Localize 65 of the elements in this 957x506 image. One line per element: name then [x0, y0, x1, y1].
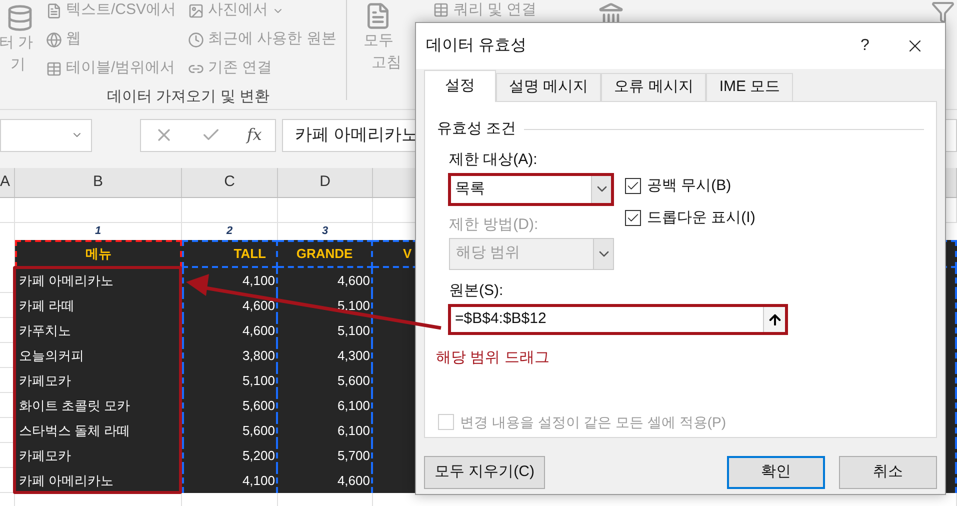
table-cell: 오늘의커피: [15, 343, 182, 368]
table-cell: 카페 아메리카노: [15, 468, 182, 493]
table-cell: 5,100: [182, 368, 278, 393]
table-cell: 5,200: [182, 443, 278, 468]
checkbox-label: 드롭다운 표시(I): [647, 208, 756, 228]
ok-button[interactable]: 확인: [727, 456, 825, 489]
clear-all-button[interactable]: 모두 지우기(C): [424, 456, 545, 489]
document-icon: [46, 2, 62, 18]
table-cell: 4,300: [278, 343, 373, 368]
table-cell: 4,600: [182, 293, 278, 318]
field-label: 제한 대상(A):: [449, 150, 538, 170]
column-header[interactable]: A: [0, 168, 15, 197]
tab[interactable]: 오류 메시지: [601, 73, 706, 101]
header-cell: TALL: [182, 240, 278, 268]
table-cell: 4,600: [278, 468, 373, 493]
table-cell: 카푸치노: [15, 318, 182, 343]
table-cell: 5,700: [278, 443, 373, 468]
tab[interactable]: 설명 메시지: [496, 73, 602, 101]
field-label: 원본(S):: [448, 280, 504, 300]
clock-icon: [188, 32, 204, 48]
table-cell: 카페 아메리카노: [15, 268, 182, 293]
table-cell: 화이트 초콜릿 모카: [15, 393, 182, 418]
table-icon: [46, 60, 62, 76]
name-box[interactable]: [0, 118, 92, 152]
database-icon: [6, 4, 34, 32]
checkbox[interactable]: [625, 178, 641, 194]
header-cell: 메뉴: [15, 240, 182, 268]
table-cell: 5,100: [278, 318, 373, 343]
table-cell: 3,800: [182, 343, 278, 368]
tab[interactable]: IME 모드: [706, 73, 794, 101]
table-cell: 카페모카: [15, 368, 182, 393]
allow-dropdown[interactable]: 목록: [448, 172, 614, 206]
checkbox[interactable]: [625, 210, 641, 226]
column-header[interactable]: B: [15, 168, 182, 197]
source-field[interactable]: =$B$4:$B$12: [448, 304, 788, 335]
table-cell: 카페모카: [15, 443, 182, 468]
collapse-button[interactable]: [763, 307, 785, 332]
table-cell: 4,600: [182, 318, 278, 343]
table-cell: 카페 라떼: [15, 293, 182, 318]
column-header[interactable]: C: [182, 168, 278, 197]
globe-icon: [46, 32, 62, 48]
table-cell: 6,100: [278, 393, 373, 418]
table-cell: 스타벅스 돌체 라떼: [15, 418, 182, 443]
table-cell: 6,100: [278, 418, 373, 443]
section-heading: 유효성 조건: [437, 119, 516, 139]
table-cell: 4,100: [182, 468, 278, 493]
table-cell: 4,600: [278, 268, 373, 293]
table-cell: 5,600: [278, 368, 373, 393]
function-button[interactable]: fx: [246, 123, 262, 147]
checkbox-label: 변경 내용을 설정이 같은 모든 셀에 적용(P): [460, 412, 726, 432]
checkbox-label: 공백 무시(B): [647, 176, 732, 196]
tab[interactable]: 설정: [424, 70, 496, 102]
help-button[interactable]: ?: [845, 34, 885, 58]
group-label: 데이터 가져오기 및 변환: [106, 87, 270, 107]
header-cell: GRANDE: [278, 240, 373, 268]
table-cell: 5,600: [182, 418, 278, 443]
upload-arrow-icon: [766, 312, 782, 328]
annotation-text: 해당 범위 드래그: [436, 348, 550, 368]
column-header[interactable]: D: [278, 168, 373, 197]
field-label: 제한 방법(D):: [449, 214, 540, 234]
window-title: 데이터 유효성: [426, 36, 528, 56]
cancel-button[interactable]: 취소: [839, 456, 937, 489]
image-icon: [188, 2, 204, 18]
table-icon: [433, 2, 450, 18]
table-cell: 5,600: [182, 393, 278, 418]
